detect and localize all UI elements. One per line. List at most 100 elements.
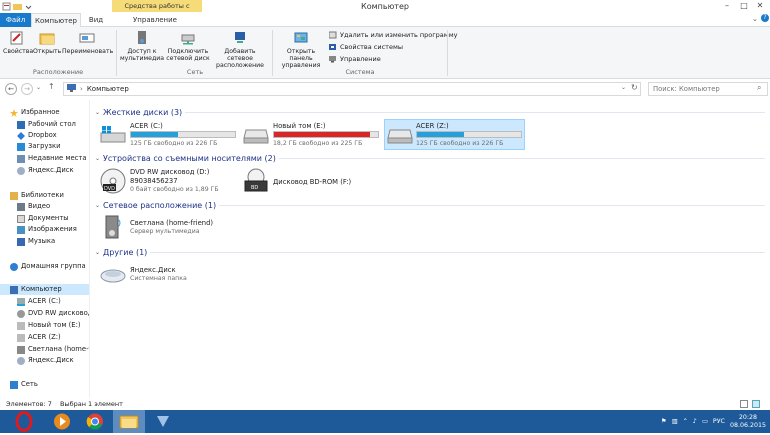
network-item-svetlana[interactable]: Светлана (home-friend) Сервер мультимеди… [100, 213, 240, 243]
context-tab-disk-tools: Средства работы с дисками [112, 0, 202, 22]
nav-item-acer-z[interactable]: ACER (Z:) [17, 332, 61, 343]
tab-computer[interactable]: Компьютер [31, 13, 81, 27]
drive-item-new-volume-e[interactable]: Новый том (E:) 18,2 ГБ свободно из 225 Г… [243, 120, 383, 150]
chevron-up-icon[interactable]: ⌃ [683, 418, 688, 425]
libraries-icon [10, 191, 18, 200]
capacity-bar [130, 131, 236, 138]
nav-item-libraries[interactable]: Библиотеки [10, 190, 64, 201]
open-control-panel-button[interactable]: Открыть панель управления [275, 30, 327, 69]
media-access-button[interactable]: Доступ к мультимедиа [119, 30, 165, 66]
section-divider [150, 251, 765, 253]
new-folder-icon[interactable] [13, 2, 22, 11]
nav-item-documents[interactable]: Документы [17, 213, 69, 224]
properties-icon[interactable] [2, 2, 11, 11]
manage-button[interactable]: Управление [329, 54, 381, 64]
tab-view[interactable]: Вид [83, 13, 109, 27]
drive-item-bd-rom[interactable]: BD Дисковод BD-ROM (F:) [243, 166, 383, 196]
properties-button[interactable]: Свойства [3, 30, 33, 66]
chevron-down-icon: ⌄ [95, 201, 101, 209]
chrome-taskbar-button[interactable] [81, 410, 109, 433]
back-button[interactable]: ← [5, 83, 17, 95]
close-button[interactable]: ✕ [753, 0, 767, 12]
drive-item-dvd-rw[interactable]: DVD DVD RW дисковод (D:) 89038456237 0 б… [100, 166, 240, 196]
nav-item-video[interactable]: Видео [17, 201, 50, 212]
address-field[interactable]: › Компьютер [63, 82, 641, 96]
nav-item-desktop[interactable]: Рабочий стол [17, 119, 76, 130]
nav-item-images[interactable]: Изображения [17, 224, 77, 235]
system-properties-button[interactable]: Свойства системы [329, 42, 403, 52]
tab-manage[interactable]: Управление [125, 13, 185, 27]
capacity-bar [273, 131, 379, 138]
chevron-down-icon[interactable]: ⌄ [752, 15, 758, 23]
help-icon[interactable]: ? [761, 14, 769, 22]
language-indicator[interactable]: РУС [713, 418, 725, 425]
chevron-down-icon[interactable] [24, 2, 33, 11]
nav-item-yandex-disk-2[interactable]: Яндекс.Диск [17, 355, 74, 366]
network-tray-icon[interactable]: ▥ [672, 418, 678, 425]
section-header-network[interactable]: ⌄ Сетевое расположение (1) [95, 199, 765, 211]
hard-drive-icon [17, 321, 25, 330]
action-center-icon[interactable]: ⚑ [661, 418, 667, 425]
nav-item-acer-c[interactable]: ACER (C:) [17, 296, 61, 307]
network-drive-icon [180, 30, 196, 46]
clock[interactable]: 20:28 08.06.2015 [730, 414, 766, 430]
battery-icon[interactable]: ▭ [702, 418, 708, 425]
opera-icon [15, 411, 33, 432]
drive-item-acer-c[interactable]: ACER (C:) 125 ГБ свободно из 226 ГБ [100, 120, 240, 150]
nav-item-downloads[interactable]: Загрузки [17, 141, 61, 152]
nav-item-yandex-disk[interactable]: Яндекс.Диск [17, 165, 74, 176]
nav-item-favorites[interactable]: Избранное [10, 107, 60, 118]
desktop-icon [17, 120, 25, 129]
section-divider [278, 157, 765, 159]
computer-icon [10, 285, 18, 294]
opera-taskbar-button[interactable] [10, 410, 38, 433]
nav-item-recent[interactable]: Недавние места [17, 153, 87, 164]
section-divider [219, 204, 765, 206]
rename-button[interactable]: Переименовать [62, 30, 113, 66]
section-header-removable[interactable]: ⌄ Устройства со съемными носителями (2) [95, 152, 765, 164]
nav-item-computer[interactable]: Компьютер [10, 284, 62, 295]
nav-item-svetlana[interactable]: Светлана (home-frie [17, 344, 89, 355]
rename-icon [79, 30, 95, 46]
search-icon: ⌕ [757, 83, 762, 92]
chrome-icon [86, 413, 103, 430]
nav-item-dvd-rw[interactable]: DVD RW дисковод ( [17, 308, 89, 319]
section-header-other[interactable]: ⌄ Другие (1) [95, 246, 765, 258]
refresh-button[interactable]: ↻ [631, 83, 638, 92]
search-input[interactable]: Поиск: Компьютер [648, 82, 768, 96]
recent-locations-icon[interactable]: ⌄ [36, 84, 41, 91]
maximize-button[interactable]: □ [737, 0, 751, 12]
nav-item-music[interactable]: Музыка [17, 236, 55, 247]
add-network-location-button[interactable]: Добавить сетевое расположение [211, 30, 269, 69]
tiles-view-icon[interactable] [752, 400, 760, 408]
chevron-down-icon[interactable]: ⌄ [621, 84, 626, 91]
up-button[interactable]: ↑ [48, 82, 55, 91]
app-taskbar-button[interactable] [149, 410, 177, 433]
map-network-drive-button[interactable]: Подключить сетевой диск [166, 30, 210, 66]
star-icon [10, 108, 18, 117]
minimize-button[interactable]: – [720, 0, 734, 12]
open-button[interactable]: Открыть [33, 30, 61, 66]
network-icon [10, 380, 18, 389]
breadcrumb[interactable]: Компьютер [87, 85, 129, 93]
nav-item-network[interactable]: Сеть [10, 379, 38, 390]
uninstall-program-button[interactable]: Удалить или изменить программу [328, 30, 457, 40]
media-server-icon [134, 30, 150, 46]
nav-item-homegroup[interactable]: Домашняя группа [10, 261, 86, 272]
downloads-icon [17, 142, 25, 151]
details-view-icon[interactable] [740, 400, 748, 408]
forward-button[interactable]: → [21, 83, 33, 95]
explorer-taskbar-button[interactable] [113, 410, 145, 433]
group-label-system: Система [345, 68, 375, 76]
volume-icon[interactable]: ♪ [693, 418, 697, 425]
nav-item-dropbox[interactable]: Dropbox [17, 130, 57, 141]
group-divider [116, 30, 117, 76]
uninstall-icon [328, 31, 337, 39]
nav-item-new-volume-e[interactable]: Новый том (E:) [17, 320, 81, 331]
mediaget-taskbar-button[interactable] [48, 410, 76, 433]
drive-item-acer-z[interactable]: ACER (Z:) 125 ГБ свободно из 226 ГБ [384, 119, 525, 150]
tab-file[interactable]: Файл [0, 13, 31, 27]
section-header-hard-drives[interactable]: ⌄ Жесткие диски (3) [95, 106, 765, 118]
media-server-icon [17, 345, 25, 354]
other-item-yandex-disk[interactable]: Яндекс.Диск Системная папка [100, 260, 240, 288]
